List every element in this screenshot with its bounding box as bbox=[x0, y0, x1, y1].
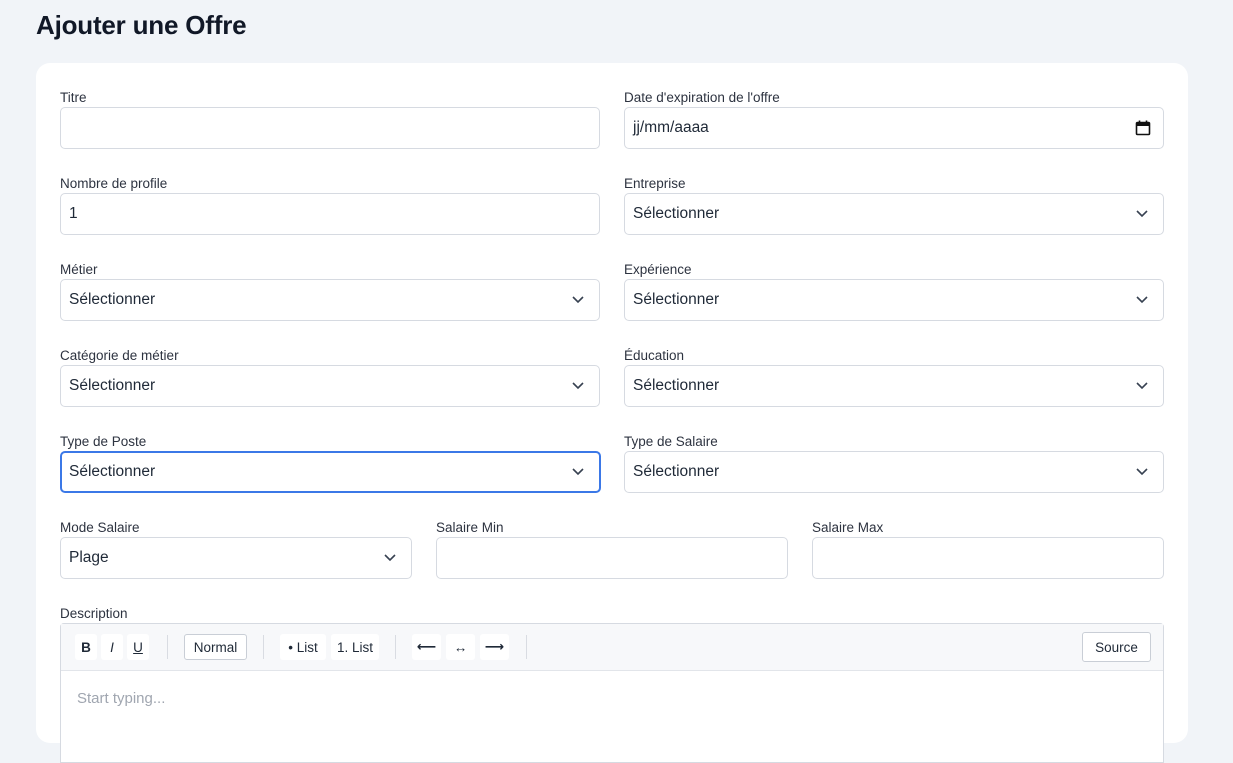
mode-salaire-value: Plage bbox=[69, 549, 109, 566]
toolbar-separator bbox=[395, 635, 396, 659]
chevron-down-icon bbox=[384, 554, 396, 562]
salaire-max-input[interactable] bbox=[812, 537, 1164, 579]
categorie-metier-label: Catégorie de métier bbox=[60, 348, 179, 363]
type-salaire-label: Type de Salaire bbox=[624, 434, 718, 449]
chevron-down-icon bbox=[1136, 210, 1148, 218]
date-expiration-value: jj/mm/aaaa bbox=[633, 119, 709, 136]
description-label: Description bbox=[60, 606, 128, 621]
metier-select[interactable]: Sélectionner bbox=[60, 279, 600, 321]
page-title: Ajouter une Offre bbox=[36, 10, 247, 40]
titre-input[interactable] bbox=[60, 107, 600, 149]
chevron-down-icon bbox=[1136, 296, 1148, 304]
entreprise-field: Entreprise Sélectionner bbox=[624, 174, 1164, 235]
type-salaire-value: Sélectionner bbox=[633, 463, 720, 480]
experience-label: Expérience bbox=[624, 262, 692, 277]
chevron-down-icon bbox=[1136, 468, 1148, 476]
metier-value: Sélectionner bbox=[69, 291, 156, 308]
nombre-profile-value: 1 bbox=[69, 205, 78, 222]
type-poste-select[interactable]: Sélectionner bbox=[60, 451, 601, 493]
description-field: Description bbox=[60, 604, 600, 624]
italic-button[interactable]: I bbox=[101, 634, 123, 660]
type-salaire-select[interactable]: Sélectionner bbox=[624, 451, 1164, 493]
categorie-metier-value: Sélectionner bbox=[69, 377, 156, 394]
education-field: Éducation Sélectionner bbox=[624, 346, 1164, 407]
toolbar-separator bbox=[167, 635, 168, 659]
format-select[interactable]: Normal bbox=[184, 634, 247, 660]
mode-salaire-label: Mode Salaire bbox=[60, 520, 140, 535]
salaire-max-field: Salaire Max bbox=[812, 518, 1164, 579]
nombre-profile-label: Nombre de profile bbox=[60, 176, 168, 191]
salaire-min-field: Salaire Min bbox=[436, 518, 788, 579]
align-center-button[interactable]: ↔ bbox=[446, 634, 475, 660]
education-select[interactable]: Sélectionner bbox=[624, 365, 1164, 407]
underline-button[interactable]: U bbox=[127, 634, 149, 660]
chevron-down-icon bbox=[572, 382, 584, 390]
chevron-down-icon bbox=[572, 296, 584, 304]
chevron-down-icon bbox=[1136, 382, 1148, 390]
type-poste-value: Sélectionner bbox=[69, 463, 156, 480]
salaire-min-label: Salaire Min bbox=[436, 520, 504, 535]
metier-field: Métier Sélectionner bbox=[60, 260, 600, 321]
editor-placeholder[interactable]: Start typing... bbox=[77, 690, 165, 707]
type-salaire-field: Type de Salaire Sélectionner bbox=[624, 432, 1164, 493]
titre-label: Titre bbox=[60, 90, 87, 105]
education-label: Éducation bbox=[624, 348, 685, 363]
type-poste-label: Type de Poste bbox=[60, 434, 147, 449]
entreprise-label: Entreprise bbox=[624, 176, 686, 191]
categorie-metier-select[interactable]: Sélectionner bbox=[60, 365, 600, 407]
editor-toolbar: B I U Normal • List 1. List ⟵ ↔ ⟶ Source bbox=[61, 624, 1163, 671]
bullet-list-button[interactable]: • List bbox=[280, 634, 326, 660]
type-poste-field: Type de Poste Sélectionner bbox=[60, 432, 601, 493]
align-right-button[interactable]: ⟶ bbox=[480, 634, 509, 660]
salaire-max-label: Salaire Max bbox=[812, 520, 884, 535]
titre-field: Titre bbox=[60, 88, 600, 149]
description-editor: B I U Normal • List 1. List ⟵ ↔ ⟶ Source… bbox=[60, 623, 1164, 763]
experience-select[interactable]: Sélectionner bbox=[624, 279, 1164, 321]
date-expiration-input[interactable]: jj/mm/aaaa bbox=[624, 107, 1164, 149]
bold-button[interactable]: B bbox=[75, 634, 97, 660]
experience-value: Sélectionner bbox=[633, 291, 720, 308]
salaire-min-input[interactable] bbox=[436, 537, 788, 579]
align-left-button[interactable]: ⟵ bbox=[412, 634, 441, 660]
entreprise-select[interactable]: Sélectionner bbox=[624, 193, 1164, 235]
experience-field: Expérience Sélectionner bbox=[624, 260, 1164, 321]
toolbar-separator bbox=[263, 635, 264, 659]
mode-salaire-select[interactable]: Plage bbox=[60, 537, 412, 579]
date-expiration-label: Date d'expiration de l'offre bbox=[624, 90, 780, 105]
metier-label: Métier bbox=[60, 262, 98, 277]
nombre-profile-field: Nombre de profile 1 bbox=[60, 174, 600, 235]
toolbar-separator bbox=[526, 635, 527, 659]
mode-salaire-field: Mode Salaire Plage bbox=[60, 518, 412, 579]
date-expiration-field: Date d'expiration de l'offre jj/mm/aaaa bbox=[624, 88, 1164, 149]
chevron-down-icon bbox=[572, 468, 584, 476]
entreprise-value: Sélectionner bbox=[633, 205, 720, 222]
source-button[interactable]: Source bbox=[1082, 632, 1151, 662]
ordered-list-button[interactable]: 1. List bbox=[331, 634, 379, 660]
nombre-profile-input[interactable]: 1 bbox=[60, 193, 600, 235]
offer-form-card: Titre Date d'expiration de l'offre jj/mm… bbox=[36, 63, 1188, 763]
calendar-icon[interactable] bbox=[1135, 120, 1151, 136]
education-value: Sélectionner bbox=[633, 377, 720, 394]
categorie-metier-field: Catégorie de métier Sélectionner bbox=[60, 346, 600, 407]
